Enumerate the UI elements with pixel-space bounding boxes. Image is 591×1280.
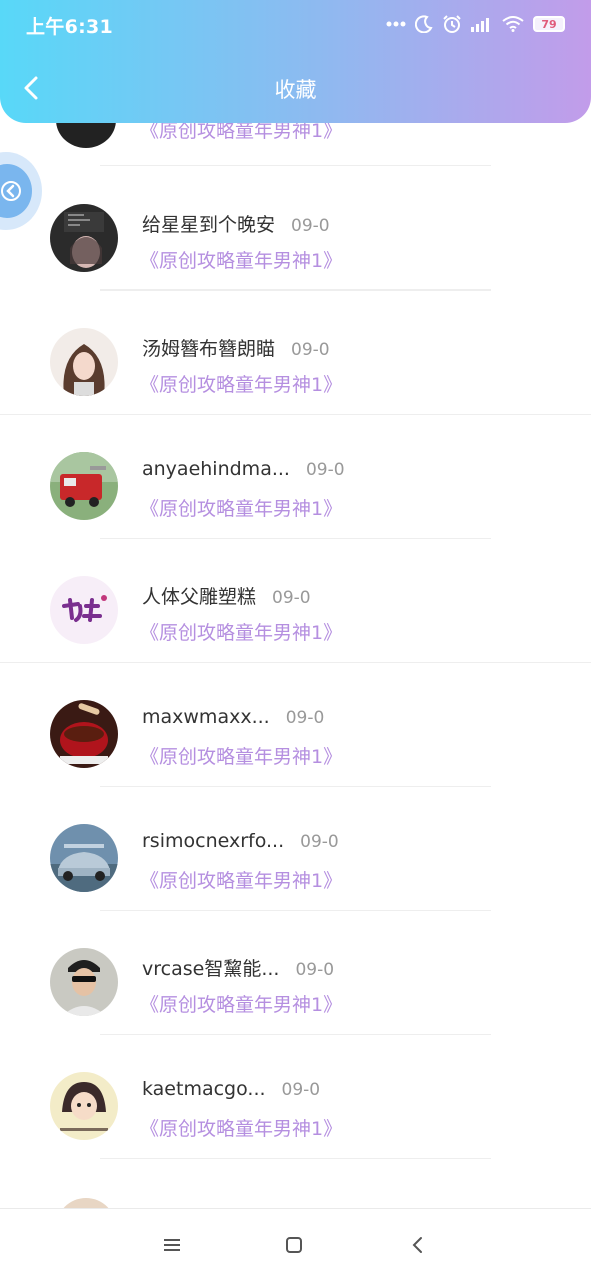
battery-icon: 79 [533, 16, 565, 32]
list-item[interactable]: vrcase智黧能... 09-0 《原创攻略童年男神1》 [0, 910, 591, 1035]
name-line: 汤姆簪布簪朗瞄 09-0 [142, 334, 330, 361]
post-title[interactable]: 《原创攻略童年男神1》 [140, 742, 342, 769]
date: 09-0 [295, 960, 335, 980]
date: 09-0 [305, 460, 345, 480]
post-title[interactable]: 《原创攻略童年男神1》 [140, 990, 342, 1017]
status-bar: 上午6:31 79 [0, 0, 591, 50]
post-title: 《原创攻略童年男神1》 [140, 122, 343, 142]
avatar [56, 122, 116, 148]
name-line: anyaehindma... 09-0 [142, 458, 345, 480]
username[interactable]: rsimocnexrfo... [142, 830, 284, 852]
status-icons: 79 [386, 14, 565, 34]
username[interactable]: anyaehindma... [142, 458, 290, 480]
back-chevron-icon [412, 1237, 422, 1253]
date: 09-0 [285, 708, 325, 728]
date: 09-0 [281, 1080, 321, 1100]
home-square-icon [286, 1237, 302, 1253]
post-title[interactable]: 《原创攻略童年男神1》 [140, 494, 342, 521]
list-item[interactable]: 人体父雕塑糕 09-0 《原创攻略童年男神1》 [0, 538, 591, 663]
date: 09-0 [291, 340, 330, 360]
header: 上午6:31 79 收藏 [0, 0, 591, 123]
back-nav-button[interactable] [404, 1231, 432, 1259]
avatar[interactable] [50, 452, 118, 520]
name-line: rsimocnexrfo... 09-0 [142, 830, 339, 852]
wifi-icon [502, 16, 524, 32]
username[interactable]: kaetmacgo... [142, 1078, 266, 1100]
date: 09-0 [291, 216, 330, 236]
avatar[interactable] [50, 824, 118, 892]
more-dots-icon [386, 21, 406, 27]
avatar[interactable] [50, 328, 118, 396]
signal-icon [471, 18, 489, 32]
post-title[interactable]: 《原创攻略童年男神1》 [140, 618, 342, 645]
avatar[interactable] [50, 948, 118, 1016]
username[interactable]: maxwmaxx... [142, 706, 270, 728]
avatar[interactable] [50, 576, 118, 644]
avatar[interactable] [50, 700, 118, 768]
name-line: 给星星到个晚安 09-0 [142, 210, 330, 237]
username[interactable]: 汤姆簪布簪朗瞄 [142, 334, 275, 361]
date: 09-0 [300, 832, 339, 852]
name-line: vrcase智黧能... 09-0 [142, 954, 334, 981]
post-title[interactable]: 《原创攻略童年男神1》 [140, 246, 342, 273]
collapse-left-icon [1, 181, 21, 201]
list-item[interactable]: anyaehindma... 09-0 《原创攻略童年男神1》 [0, 414, 591, 539]
list-item[interactable]: rsimocnexrfo... 09-0 《原创攻略童年男神1》 [0, 786, 591, 911]
navbar: 收藏 [0, 60, 591, 116]
username[interactable]: 人体父雕塑糕 [142, 582, 256, 609]
page-title: 收藏 [274, 78, 317, 102]
moon-icon [415, 15, 433, 33]
status-time: 上午6:31 [26, 16, 114, 38]
alarm-icon [443, 15, 461, 33]
system-nav-bar [0, 1208, 591, 1280]
menu-icon [164, 1239, 180, 1251]
list-item[interactable]: 汤姆簪布簪朗瞄 09-0 《原创攻略童年男神1》 [0, 290, 591, 415]
username[interactable]: vrcase智黧能... [142, 954, 279, 981]
post-title[interactable]: 《原创攻略童年男神1》 [140, 1114, 342, 1141]
list-item[interactable]: kaetmacgo... 09-0 《原创攻略童年男神1》 [0, 1034, 591, 1159]
favorites-screen: 上午6:31 79 收藏 《原创攻略童年男神1》 给星星到个晚安 09-0 《原… [0, 0, 591, 1280]
name-line: maxwmaxx... 09-0 [142, 706, 324, 728]
username[interactable]: 给星星到个晚安 [142, 210, 275, 237]
name-line: kaetmacgo... 09-0 [142, 1078, 320, 1100]
list-item-partial[interactable]: 《原创攻略童年男神1》 [0, 122, 591, 166]
name-line: 人体父雕塑糕 09-0 [142, 582, 311, 609]
menu-button[interactable] [158, 1231, 186, 1259]
post-title[interactable]: 《原创攻略童年男神1》 [140, 866, 342, 893]
avatar[interactable] [50, 204, 118, 272]
date: 09-0 [272, 588, 311, 608]
list-item[interactable]: 给星星到个晚安 09-0 《原创攻略童年男神1》 [0, 166, 591, 291]
post-title[interactable]: 《原创攻略童年男神1》 [140, 370, 342, 397]
avatar[interactable] [50, 1072, 118, 1140]
home-button[interactable] [280, 1231, 308, 1259]
list-item[interactable]: maxwmaxx... 09-0 《原创攻略童年男神1》 [0, 662, 591, 787]
